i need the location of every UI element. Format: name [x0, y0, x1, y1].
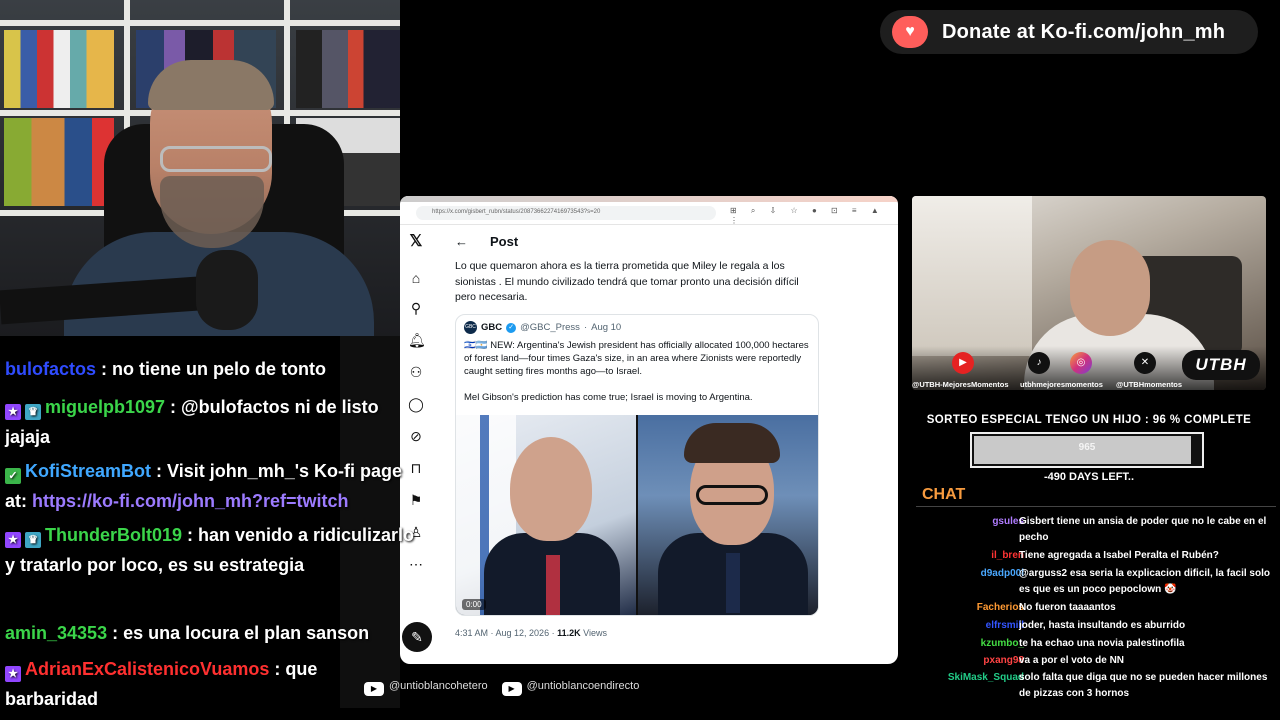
- post-header: Post: [490, 234, 519, 249]
- chat-username[interactable]: Facherios: [977, 600, 1024, 616]
- chat-username[interactable]: ThunderBolt019: [45, 525, 182, 545]
- social-label: @UTBHmomentos: [1116, 380, 1183, 389]
- kofi-banner[interactable]: ♥ Donate at Ko-fi.com/john_mh: [880, 10, 1258, 54]
- chat-overlay-right: CHAT gsules Gisbert tiene un ansia de pod…: [912, 486, 1280, 720]
- chat-text: Gisbert tiene un ansia de poder que no l…: [1019, 516, 1267, 543]
- vip-badge-icon: ★: [5, 666, 21, 682]
- social-label: @UTBH-MejoresMomentos: [912, 380, 1009, 389]
- glasses: [160, 146, 272, 172]
- microphone: [196, 250, 258, 330]
- youtube-icon: ▶: [501, 682, 522, 696]
- chat-link[interactable]: https://ko-fi.com/john_mh?ref=twitch: [32, 491, 349, 511]
- search-icon[interactable]: ⚲: [408, 300, 424, 316]
- chat-text: te ha echao una novia palestinofila: [1019, 638, 1185, 649]
- utbh-logo: UTBH: [1182, 350, 1260, 380]
- browser-window: https://x.com/gisbert_rubn/status/208736…: [400, 196, 898, 664]
- instagram-icon: ◎: [1070, 352, 1092, 374]
- chat-username[interactable]: AdrianExCalistenicoVuamos: [25, 659, 269, 679]
- goal-title: SORTEO ESPECIAL TENGO UN HIJO : 96 % COM…: [926, 414, 1252, 426]
- glasses: [696, 485, 768, 505]
- streamer-webcam: [0, 0, 400, 336]
- address-bar[interactable]: https://x.com/gisbert_rubn/status/208736…: [416, 206, 716, 220]
- video-timestamp: 0:00: [462, 599, 486, 610]
- sub-badge-icon: ♛: [25, 532, 41, 548]
- chat-username[interactable]: KofiStreamBot: [25, 461, 151, 481]
- back-arrow-icon[interactable]: ←: [455, 234, 468, 249]
- video-frame-right: [638, 415, 818, 615]
- tiktok-icon: ♪: [1028, 352, 1050, 374]
- quote-body-2: Mel Gibson's prediction has come true; I…: [464, 392, 753, 403]
- quote-body: 🇮🇱🇦🇷 NEW: Argentina's Jewish president h…: [464, 340, 809, 377]
- goal-progress-bar: 965: [970, 432, 1204, 468]
- social-links: ▶ @untioblancohetero ▶ @untioblancoendirec…: [364, 674, 639, 702]
- youtube-link-1[interactable]: ▶ @untioblancohetero: [364, 680, 488, 696]
- chat-text: No fueron taaaantos: [1019, 602, 1116, 613]
- chat-message: bulofactos : no tiene un pelo de tonto: [5, 354, 415, 384]
- goal-value: 965: [1078, 442, 1096, 453]
- social-label: utbhmejoresmomentos: [1020, 380, 1103, 389]
- chat-username[interactable]: pxang98: [983, 653, 1024, 669]
- kofi-cup-icon: ♥: [892, 16, 928, 48]
- chat-text: Tiene agregada a Isabel Peralta el Rubén…: [1019, 550, 1219, 561]
- chat-username[interactable]: amin_34353: [5, 623, 107, 643]
- vip-badge-icon: ★: [5, 532, 21, 548]
- chat-text: va a por el voto de NN: [1019, 655, 1125, 666]
- bot-badge-icon: ✓: [5, 468, 21, 484]
- x-logo-icon: ✕: [1134, 352, 1156, 374]
- chat-message: ★ AdrianExCalistenicoVuamos : que barbari…: [5, 654, 415, 714]
- chat-text: : no tiene un pelo de tonto: [96, 359, 326, 379]
- verified-icon: ✓: [506, 322, 517, 333]
- youtube-link-2[interactable]: ▶ @untioblancoendirecto: [501, 680, 639, 696]
- youtube-icon: ▶: [364, 682, 384, 696]
- vip-badge-icon: ★: [5, 404, 21, 420]
- guest-webcam: ▶ ♪ ◎ ✕ @UTBH-MejoresMomentos utbhmejore…: [912, 196, 1266, 390]
- home-icon[interactable]: ⌂: [408, 270, 424, 286]
- guest-face: [1070, 240, 1150, 336]
- video-player[interactable]: 0:00: [456, 415, 818, 615]
- kofi-text: Donate at Ko-fi.com/john_mh: [942, 20, 1226, 43]
- post-text: Lo que quemaron ahora es la tierra prome…: [455, 260, 799, 303]
- quote-date: Aug 10: [591, 322, 622, 333]
- chat-username[interactable]: d9adp00l: [981, 566, 1024, 582]
- quote-header: GBC GBC ✓ @GBC_Press · Aug 10: [464, 321, 622, 334]
- quote-handle: @GBC_Press: [520, 322, 580, 333]
- chat-username[interactable]: kzumbo_: [981, 636, 1024, 652]
- chat-message: ✓ KofiStreamBot : Visit john_mh_'s Ko-fi …: [5, 456, 415, 516]
- youtube-icon: ▶: [952, 352, 974, 374]
- sub-badge-icon: ♛: [25, 404, 41, 420]
- stream-layout: ♥ Donate at Ko-fi.com/john_mh https://x.…: [0, 0, 1280, 720]
- chat-text: joder, hasta insultando es aburrido: [1019, 620, 1186, 631]
- chat-message: ★ ♛ miguelpb1097 : @bulofactos ni de listo…: [5, 392, 415, 452]
- quoted-post[interactable]: GBC GBC ✓ @GBC_Press · Aug 10 🇮🇱🇦🇷 NEW: …: [455, 314, 819, 616]
- chat-message: amin_34353 : es una locura el plan sanso…: [5, 618, 415, 648]
- chat-message: ★ ♛ ThunderBolt019 : han venido a ridiculi…: [5, 520, 415, 580]
- quote-name: GBC: [481, 322, 503, 333]
- post-meta: 4:31 AM · Aug 12, 2026 · 11.2K Views: [455, 628, 607, 638]
- goal-days-left: -490 DAYS LEFT..: [1043, 471, 1135, 483]
- browser-toolbar-icons[interactable]: ⊞ ⌕ ⇩ ☆ ● ⊡ ≡ ▲ ⋮: [730, 206, 898, 225]
- chat-header: CHAT: [922, 486, 966, 503]
- chat-overlay-left: bulofactos : no tiene un pelo de tonto ★ ♛…: [0, 336, 420, 720]
- video-frame-left: [456, 415, 636, 615]
- chat-text: @arguss2 esa seria la explicacion difici…: [1019, 568, 1270, 595]
- chat-username[interactable]: bulofactos: [5, 359, 96, 379]
- x-logo-icon[interactable]: 𝕏: [408, 234, 424, 250]
- chat-text: : es una locura el plan sanson: [107, 623, 370, 643]
- chat-text: solo falta que diga que no se pueden hac…: [1019, 672, 1268, 699]
- quote-avatar: GBC: [464, 321, 477, 334]
- chat-username[interactable]: miguelpb1097: [45, 397, 165, 417]
- chat-username[interactable]: SkiMask_Squad: [948, 670, 1024, 686]
